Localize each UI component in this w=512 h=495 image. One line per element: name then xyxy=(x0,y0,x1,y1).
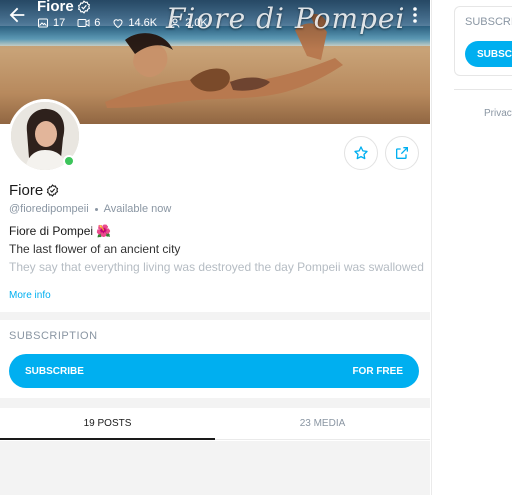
videos-count: 6 xyxy=(94,17,101,29)
likes-count: 14.6K xyxy=(128,17,158,29)
privacy-link[interactable]: Privacy xyxy=(484,108,512,119)
likes-stat: 14.6K xyxy=(112,17,157,29)
bio-title: Fiore di Pompei 🌺 xyxy=(9,224,112,238)
page-title: Fiore xyxy=(37,0,91,15)
availability-status: Available now xyxy=(103,203,172,215)
bio-line: The last flower of an ancient city xyxy=(9,242,181,256)
video-icon xyxy=(77,19,90,27)
heart-icon xyxy=(113,19,123,29)
share-icon xyxy=(396,147,408,159)
profile-main: Fiore di Pompei Fiore 17 6 14.6K 2.0K Fi… xyxy=(0,0,430,495)
tab-posts[interactable]: 19 POSTS xyxy=(0,408,215,440)
videos-stat: 6 xyxy=(77,17,100,29)
right-sidebar: SUBSCRI SUBSCR Privacy xyxy=(431,0,512,495)
tab-media[interactable]: 23 MEDIA xyxy=(215,408,430,439)
profile-name: Fiore xyxy=(9,182,59,199)
more-vertical-icon xyxy=(413,7,417,23)
section-divider xyxy=(0,398,430,408)
subscribe-price: FOR FREE xyxy=(352,365,403,377)
verified-icon xyxy=(47,184,59,197)
subscribe-label: SUBSCRIBE xyxy=(25,365,84,377)
subscription-title: SUBSCRIPTION xyxy=(9,330,98,342)
sidebar-divider xyxy=(454,89,512,90)
sidebar-subscription-title: SUBSCRI xyxy=(465,16,512,28)
photos-count: 17 xyxy=(53,17,66,29)
more-options-button[interactable] xyxy=(408,6,422,24)
profile-meta: @fioredipompeii Available now xyxy=(9,203,171,215)
favorite-button[interactable] xyxy=(344,136,378,170)
fans-icon xyxy=(170,18,180,28)
back-button[interactable] xyxy=(6,4,28,26)
separator-dot xyxy=(94,207,98,211)
photos-stat: 17 xyxy=(37,17,65,29)
fans-stat: 2.0K xyxy=(169,17,208,29)
share-button[interactable] xyxy=(385,136,419,170)
fans-count: 2.0K xyxy=(185,17,208,29)
bio-faded: They say that everything living was dest… xyxy=(9,260,424,274)
content-tabs: 19 POSTS 23 MEDIA xyxy=(0,408,430,440)
profile-stats: 17 6 14.6K 2.0K xyxy=(37,17,220,29)
sidebar-subscribe-button[interactable]: SUBSCR xyxy=(465,41,512,67)
image-icon xyxy=(38,18,48,28)
more-info-link[interactable]: More info xyxy=(9,290,51,301)
online-indicator xyxy=(63,155,75,167)
verified-icon xyxy=(77,0,90,14)
posts-area xyxy=(0,441,430,495)
subscribe-button[interactable]: SUBSCRIBE FOR FREE xyxy=(9,354,419,388)
top-bar: Fiore 17 6 14.6K 2.0K xyxy=(0,0,430,32)
profile-handle: @fioredipompeii xyxy=(9,203,89,215)
profile-name-text: Fiore xyxy=(9,182,44,199)
page-title-text: Fiore xyxy=(37,0,74,15)
star-icon xyxy=(354,146,368,160)
section-divider xyxy=(0,312,430,320)
back-arrow-icon xyxy=(9,7,25,23)
